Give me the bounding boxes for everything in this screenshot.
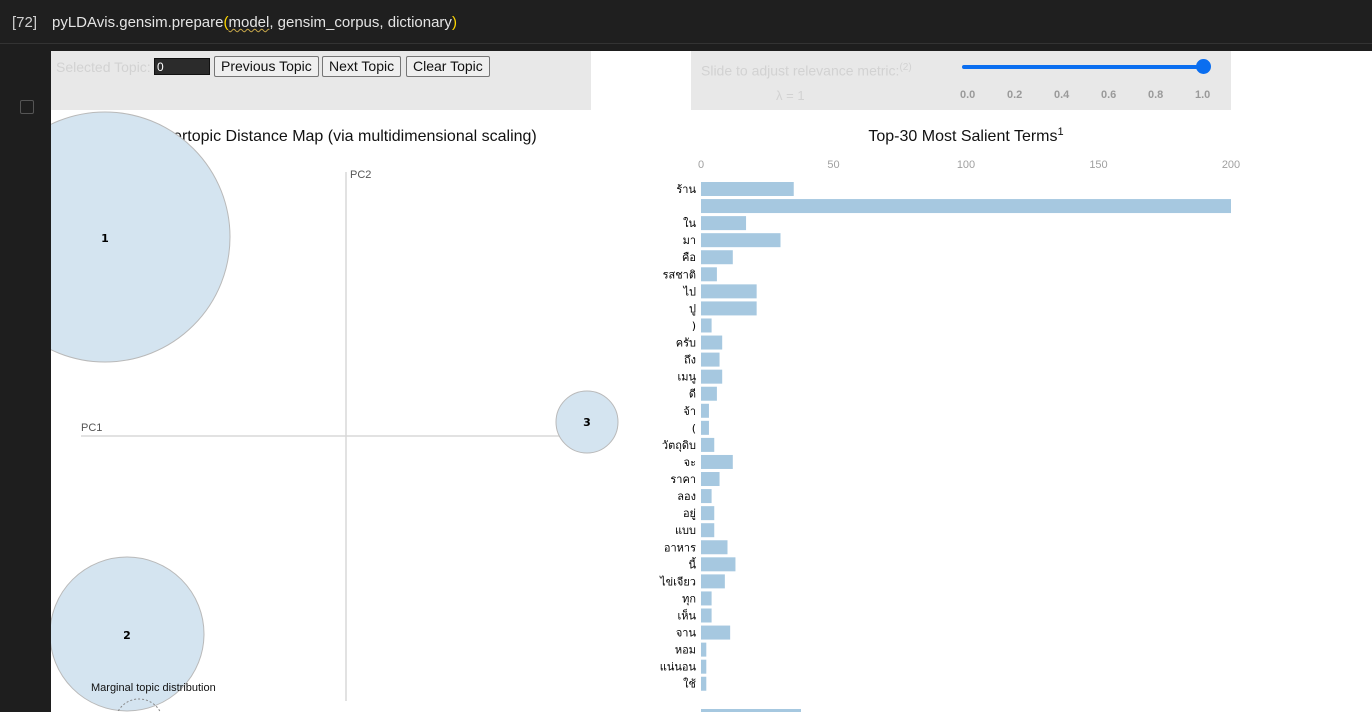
term-bar[interactable] [701,437,715,452]
bar-x-tick-label: 200 [1222,159,1240,171]
term-label[interactable]: ราคา [670,473,696,486]
term-label[interactable]: ทุก [682,592,696,605]
code-cell[interactable]: [72] pyLDAvis.gensim.prepare(model, gens… [0,0,1372,44]
term-bar[interactable] [701,676,707,691]
term-label[interactable]: ถึง [684,354,696,367]
bar-chart-title: Top-30 Most Salient Terms1 [868,126,1063,145]
term-bar[interactable] [701,301,757,316]
term-bar[interactable] [701,233,781,248]
code-line[interactable]: pyLDAvis.gensim.prepare(model, gensim_co… [52,14,457,31]
code-function: pyLDAvis.gensim.prepare [52,14,224,31]
term-label[interactable]: ไข่เจียว [659,575,696,588]
term-label[interactable]: ลอง [677,490,696,503]
term-label[interactable]: จ้า [683,405,696,418]
ldavis-svg: Intertopic Distance Map (via multidimens… [51,111,1240,712]
term-label[interactable]: เห็น [677,609,696,623]
term-bar[interactable] [701,420,709,435]
term-bar[interactable] [701,369,723,384]
term-bar[interactable] [701,540,728,555]
term-label[interactable]: ปู [689,302,696,315]
term-bar[interactable] [701,386,717,401]
bar-x-tick-label: 50 [827,159,839,171]
term-bar[interactable] [701,403,709,418]
bar-chart-title-sup: 1 [1058,126,1064,138]
term-label[interactable]: แน่นอน [660,661,697,674]
term-label[interactable]: ( [692,422,696,435]
code-close-paren: ) [451,14,457,31]
term-label[interactable]: คือ [682,251,696,264]
term-bar[interactable] [701,250,733,265]
term-label[interactable]: ) [692,319,696,332]
output-gutter [0,44,51,712]
term-label[interactable]: อยู่ [683,507,696,520]
term-label[interactable]: นี้ [688,556,696,571]
term-bar[interactable] [701,574,725,589]
term-bar[interactable] [701,335,723,350]
term-label[interactable]: มา [683,234,696,247]
term-label[interactable]: อาหาร [664,541,696,554]
term-bar[interactable] [701,199,1231,214]
term-bar[interactable] [701,659,707,674]
pc1-label: PC1 [81,422,102,434]
term-bar[interactable] [701,523,715,538]
term-label[interactable]: หอม [675,644,696,657]
term-bar[interactable] [701,642,707,657]
term-label[interactable]: จะ [684,456,696,469]
execution-count: [72] [12,14,38,31]
topic-label-3: 3 [583,416,591,429]
code-arg-model: model [228,14,270,31]
term-bar[interactable] [701,267,717,282]
bar-axis-ticks: 0 50 100 150 200 [698,159,1240,171]
term-label[interactable]: ใช้ [683,678,696,691]
bar-x-tick-label: 150 [1089,159,1107,171]
topic-label-1: 1 [101,232,109,245]
term-bar[interactable] [701,472,720,487]
term-label[interactable]: ครับ [676,337,696,350]
term-bar[interactable] [701,608,712,623]
term-bar[interactable] [701,216,747,231]
term-bar[interactable] [701,284,757,299]
term-bar[interactable] [701,352,720,367]
term-label[interactable]: เมนู [677,371,696,384]
term-label[interactable]: ร้าน [676,183,696,196]
marginal-distribution-label: Marginal topic distribution [91,682,216,694]
term-label[interactable]: แบบ [675,524,696,537]
term-bar[interactable] [701,557,736,572]
output-toggle-icon[interactable] [20,100,34,114]
term-bar[interactable] [701,625,731,640]
term-label[interactable]: จาน [676,627,697,640]
intertopic-title: Intertopic Distance Map (via multidimens… [155,128,537,145]
topic-circle-1[interactable] [51,111,231,363]
term-bar[interactable] [701,591,712,606]
term-bar[interactable] [701,489,712,504]
bar-rows: ร้านในมาคือรสชาติไปปู) ครับถึงเมนูดีจ้า ( ว… [659,182,1231,691]
term-bar[interactable] [701,182,794,196]
term-label[interactable]: ดี [689,388,696,401]
code-args: , gensim_corpus, dictionary [269,14,452,31]
bar-x-tick-label: 100 [957,159,975,171]
term-bar[interactable] [701,454,733,469]
bar-chart-title-text: Top-30 Most Salient Terms [868,128,1057,145]
bar-x-tick-label: 0 [698,159,704,171]
term-bar[interactable] [701,318,712,333]
term-label[interactable]: ใน [683,217,696,230]
ldavis-output: Selected Topic: Previous Topic Next Topi… [51,51,1372,712]
term-bar[interactable] [701,506,715,521]
topic-label-2: 2 [123,629,131,642]
term-label[interactable]: รสชาติ [663,268,696,281]
term-label[interactable]: วัตถุดิบ [662,439,696,452]
pc2-label: PC2 [350,169,371,181]
term-label[interactable]: ไป [682,285,696,298]
